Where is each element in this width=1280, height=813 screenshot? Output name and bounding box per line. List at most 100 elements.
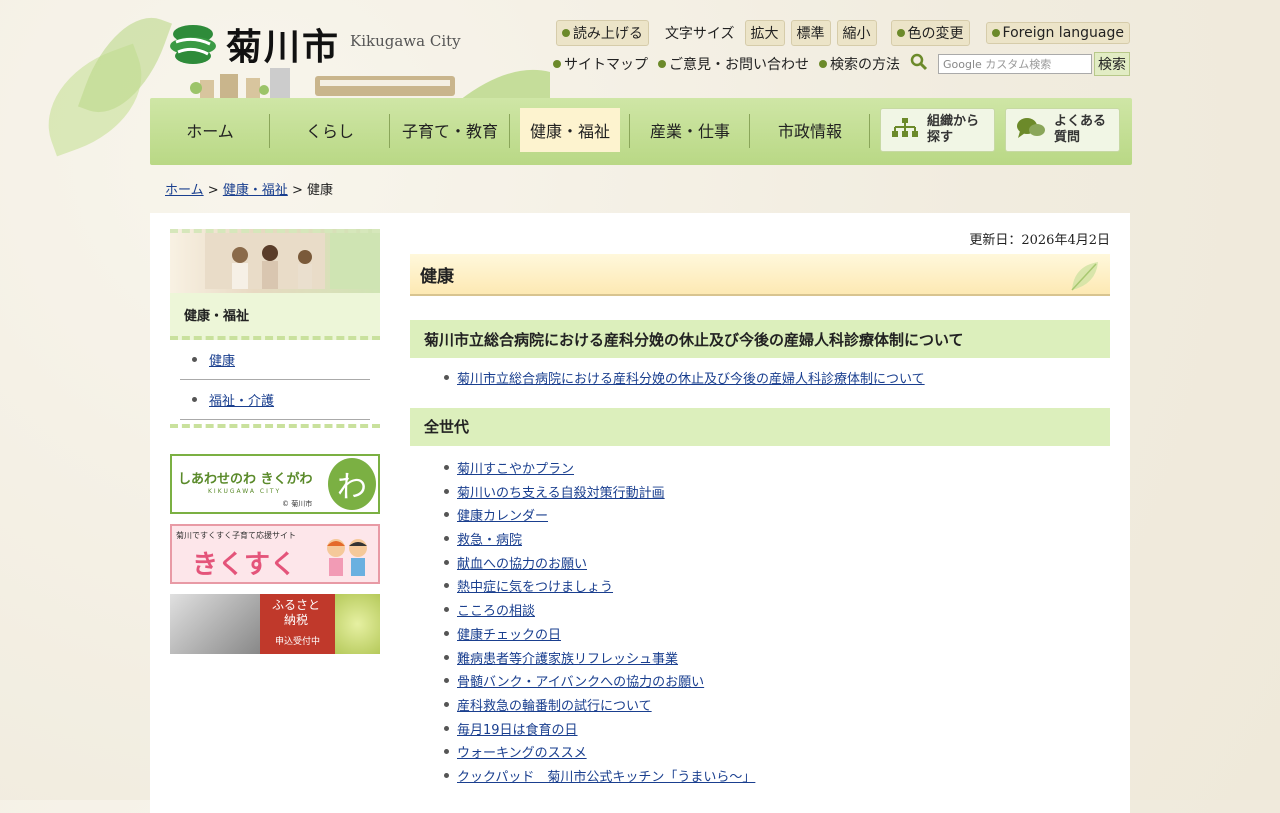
- banner-shiawase[interactable]: しあわせのわ きくがわ KIKUGAWA CITY © 菊川市 わ: [170, 454, 380, 514]
- list-item: 献血への協力のお願い: [444, 550, 1110, 574]
- bullet-icon: [444, 701, 449, 707]
- sitemap-label: サイトマップ: [564, 57, 648, 73]
- maternity-link[interactable]: 菊川市立総合病院における産科分娩の休止及び今後の産婦人科診療体制について: [457, 368, 925, 387]
- sidebar-item-health: 健康: [180, 340, 370, 380]
- health-link[interactable]: 菊川いのち支える自殺対策行動計画: [457, 482, 665, 501]
- sidebar-link-welfare[interactable]: 福祉・介護: [209, 390, 274, 409]
- search-method-link[interactable]: 検索の方法: [819, 54, 900, 74]
- nav-city-info[interactable]: 市政情報: [751, 108, 869, 152]
- list-item: 菊川市立総合病院における産科分娩の休止及び今後の産婦人科診療体制について: [444, 366, 1110, 390]
- bullet-icon: [192, 397, 197, 402]
- health-link[interactable]: 健康カレンダー: [457, 505, 548, 524]
- health-link[interactable]: 献血への協力のお願い: [457, 553, 587, 572]
- google-label: Google: [943, 57, 982, 71]
- health-link[interactable]: こころの相談: [457, 600, 535, 619]
- list-item: 菊川すこやかプラン: [444, 456, 1110, 480]
- faq-label: よくある 質問: [1054, 114, 1106, 146]
- faq-line2: 質問: [1054, 130, 1081, 145]
- arrow-bullet-icon: [896, 29, 905, 37]
- health-link[interactable]: 難病患者等介護家族リフレッシュ事業: [457, 648, 678, 667]
- contact-link[interactable]: ご意見・お問い合わせ: [658, 54, 809, 74]
- banner-furusato-panel: ふるさと 納税 申込受付中: [260, 594, 335, 654]
- bullet-icon: [444, 678, 449, 684]
- org-search-line1: 組織から: [927, 114, 980, 129]
- site-header: 菊川市 Kikugawa City 読み上げる 文字サイズ 拡大 標準 縮小 色…: [150, 0, 1130, 100]
- banner-furusato-text: ふるさと 納税: [271, 598, 320, 627]
- foreign-language-button[interactable]: Foreign language: [985, 22, 1130, 44]
- list-item: ウォーキングのススメ: [444, 740, 1110, 764]
- nav-divider: [269, 114, 270, 148]
- leaf-icon: [1068, 258, 1102, 299]
- font-size-small-button[interactable]: 縮小: [836, 20, 877, 46]
- nav-divider: [389, 114, 390, 148]
- font-size-standard-button[interactable]: 標準: [790, 20, 831, 46]
- nav-industry[interactable]: 産業・仕事: [631, 108, 749, 152]
- list-item: 骨髄バンク・アイバンクへの協力のお願い: [444, 669, 1110, 693]
- list-item: 産科救急の輪番制の試行について: [444, 693, 1110, 717]
- contact-label: ご意見・お問い合わせ: [669, 57, 809, 73]
- health-link[interactable]: 毎月19日は食育の日: [457, 719, 578, 738]
- nav-divider: [869, 114, 870, 148]
- banner-furusato-sub: 申込受付中: [274, 637, 320, 647]
- nav-living[interactable]: くらし: [271, 108, 389, 152]
- section-heading-all-ages: 全世代: [410, 407, 1110, 446]
- nav-childcare[interactable]: 子育て・教育: [391, 108, 509, 152]
- health-link[interactable]: 菊川すこやかプラン: [457, 458, 574, 477]
- utility-bar: 読み上げる 文字サイズ 拡大 標準 縮小 色の変更 Foreign langua…: [555, 20, 1130, 46]
- banner-kikusuku-sub: 菊川ですくすく子育て応援サイト: [176, 531, 296, 540]
- read-aloud-button[interactable]: 読み上げる: [555, 20, 649, 46]
- sidebar-divider: [170, 424, 380, 434]
- bullet-icon: [444, 772, 449, 778]
- banner-furusato[interactable]: ふるさと 納税 申込受付中: [170, 594, 380, 654]
- bullet-icon: [444, 559, 449, 565]
- nav-health-welfare[interactable]: 健康・福祉: [520, 108, 620, 152]
- sidebar-link-health[interactable]: 健康: [209, 350, 235, 369]
- banner-kikusuku[interactable]: 菊川ですくすく子育て応援サイト きくすく: [170, 524, 380, 584]
- health-link[interactable]: 救急・病院: [457, 529, 522, 548]
- banner-shiawase-sub: KIKUGAWA CITY: [208, 488, 282, 495]
- arrow-bullet-icon: [561, 29, 570, 37]
- banner-shiawase-text: しあわせのわ きくがわ: [178, 472, 313, 487]
- sitemap-link[interactable]: サイトマップ: [553, 54, 648, 74]
- breadcrumb-current: 健康: [307, 183, 334, 198]
- health-link[interactable]: 産科救急の輪番制の試行について: [457, 695, 652, 714]
- faq-button[interactable]: よくある 質問: [1005, 108, 1120, 152]
- bullet-icon: [444, 749, 449, 755]
- sidebar-title: 健康・福祉: [170, 293, 380, 340]
- health-link[interactable]: 熱中症に気をつけましょう: [457, 576, 613, 595]
- arrow-bullet-icon: [553, 60, 561, 68]
- nav-divider: [629, 114, 630, 148]
- list-item: クックパッド 菊川市公式キッチン「うまいら～」: [444, 764, 1110, 788]
- maternity-link-list: 菊川市立総合病院における産科分娩の休止及び今後の産婦人科診療体制について: [410, 358, 1110, 390]
- breadcrumb-parent-link[interactable]: 健康・福祉: [223, 183, 288, 198]
- list-item: こころの相談: [444, 598, 1110, 622]
- town-illustration: [190, 62, 550, 100]
- arrow-bullet-icon: [658, 60, 666, 68]
- search-button[interactable]: 検索: [1094, 52, 1130, 76]
- nav-divider: [749, 114, 750, 148]
- breadcrumb-home-link[interactable]: ホーム: [165, 183, 204, 198]
- org-chart-icon: [891, 117, 919, 143]
- org-search-button[interactable]: 組織から 探す: [880, 108, 995, 152]
- health-link[interactable]: ウォーキングのススメ: [457, 742, 587, 761]
- melon-photo: [335, 594, 380, 654]
- bullet-icon: [444, 630, 449, 636]
- health-link[interactable]: 骨髄バンク・アイバンクへの協力のお願い: [457, 671, 704, 690]
- nav-home[interactable]: ホーム: [151, 108, 269, 152]
- bullet-icon: [444, 512, 449, 518]
- org-search-line2: 探す: [927, 130, 954, 145]
- list-item: 毎月19日は食育の日: [444, 716, 1110, 740]
- list-item: 菊川いのち支える自殺対策行動計画: [444, 479, 1110, 503]
- sidebar: 健康・福祉 健康 福祉・介護 しあわせのわ きくがわ KIKUGAWA CITY…: [170, 229, 380, 654]
- sidebar-menu: 健康 福祉・介護: [170, 340, 380, 420]
- search-input[interactable]: Google カスタム検索: [938, 54, 1092, 74]
- all-ages-link-list: 菊川すこやかプラン 菊川いのち支える自殺対策行動計画 健康カレンダー 救急・病院…: [410, 446, 1110, 788]
- bullet-icon: [444, 654, 449, 660]
- bullet-icon: [444, 375, 449, 381]
- health-link[interactable]: 健康チェックの日: [457, 624, 561, 643]
- font-size-large-button[interactable]: 拡大: [744, 20, 785, 46]
- color-change-button[interactable]: 色の変更: [890, 20, 970, 46]
- bullet-icon: [444, 583, 449, 589]
- health-link[interactable]: クックパッド 菊川市公式キッチン「うまいら～」: [457, 766, 755, 785]
- site-subtitle: Kikugawa City: [350, 32, 461, 50]
